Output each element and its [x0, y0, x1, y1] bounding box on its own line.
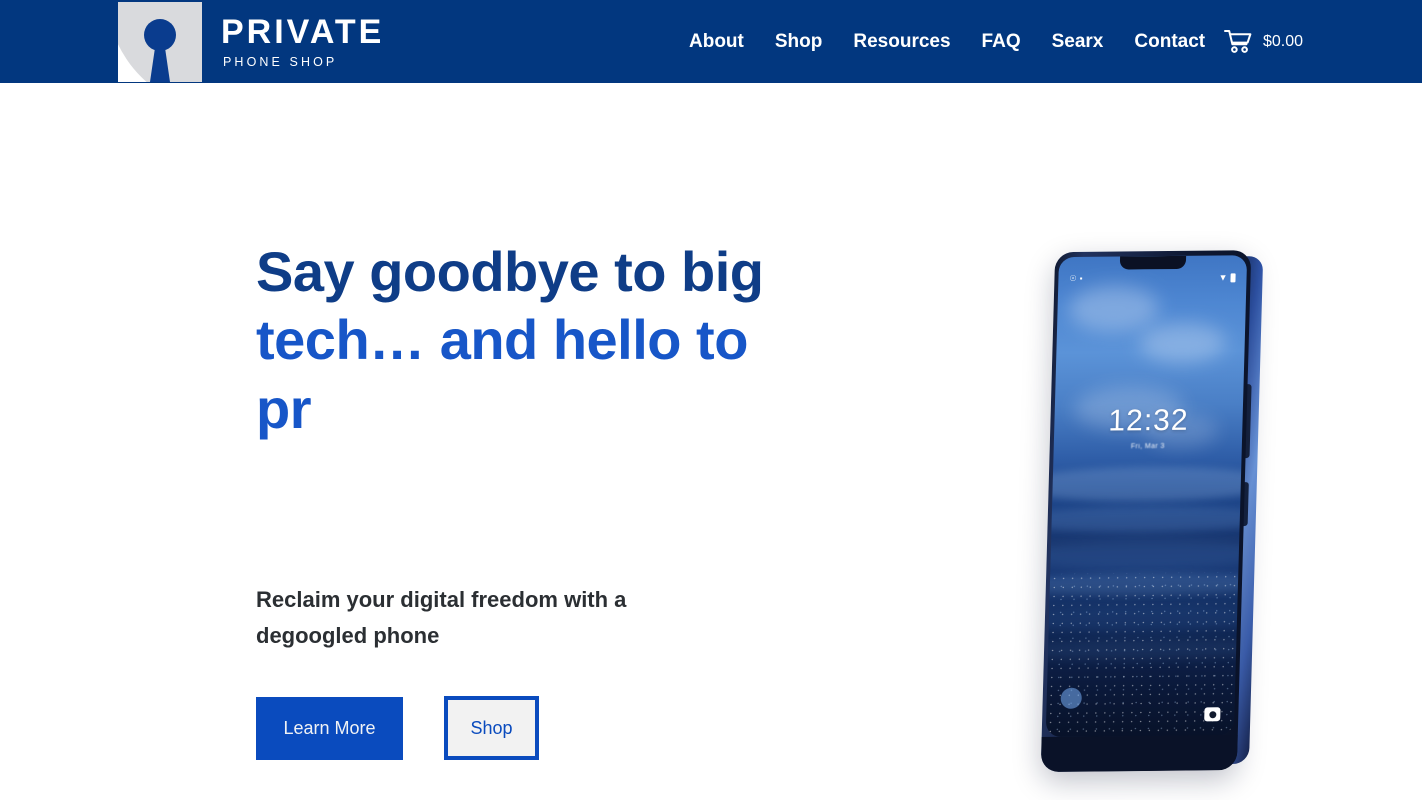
site-header: PRIVATE PHONE SHOP About Shop Resources … [0, 0, 1422, 83]
phone-body: ☉ ▪ ▼ 12:32 Fri, Mar 3 [1040, 250, 1252, 773]
lockscreen-clock: 12:32 [1107, 403, 1190, 438]
keyhole-shape [137, 18, 183, 82]
alarm-icon: ▪ [1079, 273, 1083, 283]
header-inner: PRIVATE PHONE SHOP About Shop Resources … [0, 0, 1422, 83]
hero-subheading: Reclaim your digital freedom with a dego… [256, 586, 627, 648]
learn-more-button[interactable]: Learn More [256, 696, 403, 760]
phone-chin [1040, 734, 1238, 773]
wallpaper-wave [1045, 465, 1248, 503]
wallpaper-wave [1045, 504, 1248, 534]
shop-button[interactable]: Shop [444, 696, 539, 761]
keyhole-logo-icon [118, 1, 202, 82]
notification-icon: ☉ [1069, 273, 1077, 284]
nav-item-about[interactable]: About [689, 31, 744, 53]
logo-wordmark: PRIVATE PHONE SHOP [221, 15, 384, 69]
nav-item-resources[interactable]: Resources [853, 31, 950, 53]
smartphone-render: ☉ ▪ ▼ 12:32 Fri, Mar 3 [1040, 250, 1271, 773]
nav-item-faq[interactable]: FAQ [982, 31, 1021, 53]
phone-notch [1119, 255, 1187, 270]
status-bar-right: ▼ [1218, 271, 1236, 282]
camera-shortcut-icon [1204, 707, 1221, 722]
wallpaper-cloud [1068, 284, 1160, 332]
wallpaper-wave [1045, 537, 1248, 571]
phone-screen: ☉ ▪ ▼ 12:32 Fri, Mar 3 [1045, 255, 1248, 737]
cart-link[interactable]: $0.00 [1224, 0, 1303, 83]
hero-heading-line-1: Say goodbye to big [256, 240, 764, 303]
hero-copy: Say goodbye to big tech… and hello to pr… [256, 238, 776, 761]
logo-title: PRIVATE [221, 12, 385, 51]
nav-item-shop[interactable]: Shop [775, 31, 823, 53]
wifi-icon: ▼ [1218, 271, 1228, 282]
status-bar-left: ☉ ▪ [1069, 273, 1083, 284]
hero-heading: Say goodbye to big tech… and hello to pr [256, 238, 776, 443]
cart-total-amount: $0.00 [1263, 32, 1304, 50]
nav-item-searx[interactable]: Searx [1052, 31, 1104, 53]
hero-section: Say goodbye to big tech… and hello to pr… [0, 83, 1422, 800]
shopping-cart-icon [1224, 30, 1252, 53]
hero-heading-line-2: tech… and hello to pr [256, 308, 748, 440]
hero-cta-group: Learn More Shop [256, 696, 776, 761]
battery-icon [1230, 272, 1236, 282]
hero-phone-image: ☉ ▪ ▼ 12:32 Fri, Mar 3 [1040, 250, 1280, 781]
logo-subtitle: PHONE SHOP [223, 54, 338, 69]
lockscreen-date: Fri, Mar 3 [1130, 442, 1165, 451]
phone-status-bar: ☉ ▪ ▼ [1058, 269, 1247, 287]
nav-item-contact[interactable]: Contact [1134, 31, 1205, 53]
main-navigation: About Shop Resources FAQ Searx Contact [689, 0, 1205, 83]
wallpaper-cloud [1138, 322, 1227, 364]
brand-logo-link[interactable]: PRIVATE PHONE SHOP [118, 0, 384, 83]
